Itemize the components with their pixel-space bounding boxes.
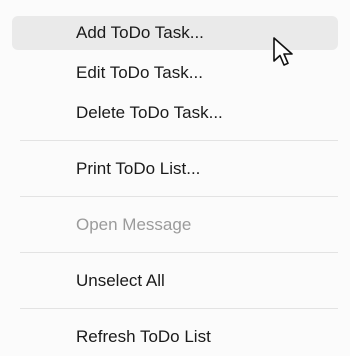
menu-item-open-message: Open Message [76, 215, 192, 234]
menu-item-print-todo-list[interactable]: Print ToDo List... [12, 152, 338, 186]
menu-separator [20, 140, 338, 141]
menu-separator [20, 196, 338, 197]
menu-separator [20, 308, 338, 309]
menu-item-delete-todo-task[interactable]: Delete ToDo Task... [12, 96, 338, 130]
menu-item-refresh-todo-list[interactable]: Refresh ToDo List [12, 320, 338, 354]
menu-separator [20, 252, 338, 253]
context-menu: Add ToDo Task... Edit ToDo Task... Delet… [0, 0, 350, 356]
mouse-pointer-icon [273, 37, 293, 66]
menu-item-unselect-all[interactable]: Unselect All [12, 264, 338, 298]
